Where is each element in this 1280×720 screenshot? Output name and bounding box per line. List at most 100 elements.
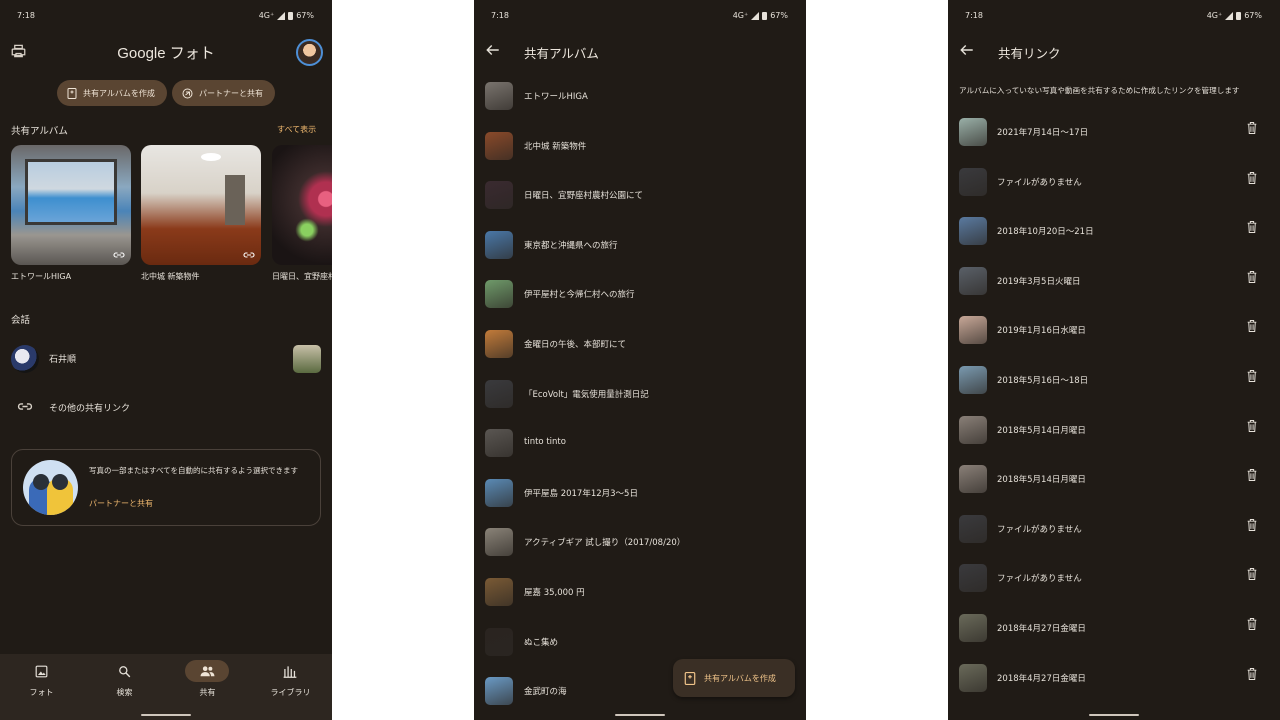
link-title: ファイルがありません [997,177,1082,188]
shared-link-item[interactable]: 2019年1月16日水曜日 [948,306,1280,356]
album-add-icon [684,671,696,685]
partner-share-chip[interactable]: パートナーと共有 [172,80,275,106]
other-links-label: その他の共有リンク [49,404,131,414]
trash-icon[interactable] [1247,518,1257,531]
link-title: ファイルがありません [997,574,1082,585]
link-thumbnail [959,118,987,146]
shared-link-item[interactable]: 2018年5月14日月曜日 [948,455,1280,505]
trash-icon[interactable] [1247,171,1257,184]
link-icon [243,251,255,259]
photo-icon [19,660,63,682]
nav-label: 共有 [199,688,216,697]
people-icon [185,660,229,682]
album-list-item[interactable]: 伊平屋村と今帰仁村への旅行 [474,270,806,320]
shared-link-item[interactable]: ファイルがありません [948,505,1280,555]
nav-library[interactable]: ライブラリ [249,654,332,720]
shared-link-item[interactable]: 2018年5月14日月曜日 [948,406,1280,456]
search-icon [102,660,146,682]
nav-photos[interactable]: フォト [0,654,83,720]
avatar [11,345,39,373]
album-list-item[interactable]: 金曜日の午後、本部町にて [474,320,806,370]
shared-link-item[interactable]: ファイルがありません [948,158,1280,208]
trash-icon[interactable] [1247,667,1257,680]
album-title: 「EcoVolt」電気使用量計測日記 [524,389,649,400]
album-list-item[interactable]: 「EcoVolt」電気使用量計測日記 [474,370,806,420]
album-list-item[interactable]: エトワールHIGA [474,72,806,122]
album-card[interactable] [11,145,131,265]
album-title: 東京都と沖縄県への旅行 [524,240,618,251]
link-title: 2018年5月14日月曜日 [997,475,1086,486]
trash-icon[interactable] [1247,568,1257,581]
album-card[interactable] [141,145,261,265]
link-title: 2018年5月16日〜18日 [997,376,1089,386]
conversations-heading: 会話 [11,315,31,326]
back-arrow-icon[interactable] [486,44,500,56]
partner-share-link[interactable]: パートナーと共有 [89,498,153,509]
conversation-row[interactable]: 石井順 [0,340,332,378]
nav-sharing[interactable]: 共有 [166,654,249,720]
album-title: アクティブギア 試し撮り（2017/08/20） [524,538,686,549]
create-album-chip[interactable]: 共有アルバムを作成 [57,80,167,106]
link-title: ファイルがありません [997,524,1082,535]
trash-icon[interactable] [1247,370,1257,382]
bottom-navigation: フォト 検索 共有 ライブラリ [0,654,332,720]
album-thumbnail [485,677,513,706]
shared-link-item[interactable]: 2019年3月5日火曜日 [948,257,1280,307]
album-thumbnail [485,131,513,160]
nav-search[interactable]: 検索 [83,654,166,720]
album-list-item[interactable]: 東京都と沖縄県への旅行 [474,221,806,271]
gesture-bar [615,714,665,716]
shared-link-item[interactable]: 2018年5月16日〜18日 [948,356,1280,406]
trash-icon[interactable] [1247,122,1257,134]
shared-link-item[interactable]: 2018年4月27日金曜日 [948,604,1280,654]
gesture-bar [141,714,191,716]
trash-icon[interactable] [1247,270,1257,283]
album-title: エトワールHIGA [524,92,588,102]
album-list-item[interactable]: アクティブギア 試し撮り（2017/08/20） [474,518,806,568]
album-list-item[interactable]: tinto tinto [474,419,806,469]
album-photo [282,215,332,245]
signal-icon [751,11,760,20]
link-thumbnail [959,614,987,642]
see-all-link[interactable]: すべて表示 [277,124,316,135]
album-thumbnail [485,528,513,557]
link-thumbnail [959,266,987,295]
album-add-icon [67,87,77,99]
album-list-item[interactable]: 伊平屋島 2017年12月3〜5日 [474,469,806,519]
status-bar: 7:18 4G⁺ 67% [0,0,332,30]
album-card[interactable] [272,145,332,265]
album-title: 屋嘉 35,000 円 [524,588,585,598]
trash-icon[interactable] [1247,320,1257,333]
trash-icon[interactable] [1247,419,1257,432]
trash-icon[interactable] [1247,469,1257,482]
album-list-item[interactable]: 日曜日、宜野座村農村公園にて [474,171,806,221]
network-indicator: 4G⁺ [258,11,275,20]
album-thumbnail [485,578,513,606]
shared-link-item[interactable]: 2018年10月20日〜21日 [948,207,1280,257]
shared-link-item[interactable]: ファイルがありません [948,554,1280,604]
shared-link-item[interactable]: 2018年4月27日金曜日 [948,654,1280,704]
album-list-item[interactable]: 北中城 新築物件 [474,122,806,172]
gesture-bar [1089,714,1139,716]
status-time: 7:18 [17,11,35,20]
battery-level: 67% [770,11,788,20]
trash-icon[interactable] [1247,221,1257,234]
album-title: エトワールHIGA [11,272,72,281]
battery-icon [1236,11,1242,20]
trash-icon[interactable] [1247,618,1257,630]
avatar[interactable] [296,39,323,66]
conversation-name: 石井順 [49,355,77,365]
page-title: 共有アルバム [524,46,599,61]
app-logo: Google フォト [117,45,215,62]
partner-share-icon [182,88,193,99]
status-bar: 7:18 4G⁺ 67% [948,0,1280,30]
album-title: 金武町の海 [524,687,567,698]
create-album-fab[interactable]: 共有アルバムを作成 [673,659,795,697]
battery-icon [762,11,768,20]
shared-link-item[interactable]: 2021年7月14日〜17日 [948,108,1280,158]
other-links-row[interactable]: その他の共有リンク [0,390,332,424]
conversation-thumbnail [293,345,321,373]
album-list-item[interactable]: 屋嘉 35,000 円 [474,568,806,618]
back-arrow-icon[interactable] [960,44,974,56]
battery-level: 67% [296,11,314,20]
